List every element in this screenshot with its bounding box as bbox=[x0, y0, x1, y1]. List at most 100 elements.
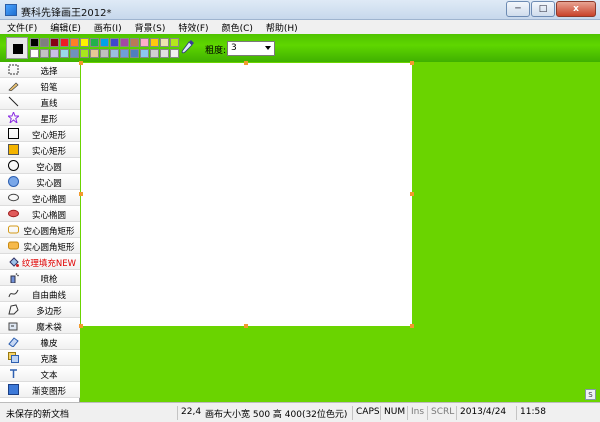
tool-pencil[interactable]: 铅笔 bbox=[0, 78, 80, 94]
palette-row-2-swatch-10[interactable] bbox=[130, 49, 139, 58]
maximize-button[interactable]: □ bbox=[531, 1, 555, 17]
tool-hollow-ellipse[interactable]: 空心椭圆 bbox=[0, 190, 80, 206]
tool-eraser[interactable]: 橡皮 bbox=[0, 334, 80, 350]
palette-row-2-swatch-14[interactable] bbox=[170, 49, 179, 58]
palette-row-2-swatch-9[interactable] bbox=[120, 49, 129, 58]
resize-handle-top-right[interactable] bbox=[410, 61, 414, 65]
palette-row-1-swatch-0[interactable] bbox=[30, 38, 39, 47]
tool-hollow-circle[interactable]: 空心圆 bbox=[0, 158, 80, 174]
palette-row-2-swatch-13[interactable] bbox=[160, 49, 169, 58]
tool-label: 实心圆 bbox=[36, 179, 62, 189]
tool-hollow-round-rect[interactable]: 空心圆角矩形 bbox=[0, 222, 80, 238]
tool-label: 喷枪 bbox=[40, 275, 58, 285]
palette-row-1-swatch-7[interactable] bbox=[100, 38, 109, 47]
resize-handle-top[interactable] bbox=[244, 61, 248, 65]
palette-row-2-swatch-8[interactable] bbox=[110, 49, 119, 58]
palette-row-1-swatch-1[interactable] bbox=[40, 38, 49, 47]
menu-bar: 文件(F) 编辑(E) 画布(I) 背景(S) 特效(F) 颜色(C) 帮助(H… bbox=[0, 20, 600, 34]
resize-handle-top-left[interactable] bbox=[79, 61, 83, 65]
tool-label: 星形 bbox=[40, 115, 58, 125]
menu-color[interactable]: 颜色(C) bbox=[215, 21, 259, 34]
tool-label: 纹理填充NEW bbox=[21, 259, 77, 269]
app-icon bbox=[5, 4, 17, 16]
palette-row-1 bbox=[30, 37, 180, 48]
tool-solid-round-rect[interactable]: 实心圆角矩形 bbox=[0, 238, 80, 254]
tool-magic-wand[interactable]: 魔术袋 bbox=[0, 318, 80, 334]
menu-file[interactable]: 文件(F) bbox=[0, 21, 43, 34]
status-canvas-size: 画布大小宽 500 高 400(32位色元) bbox=[205, 410, 348, 420]
palette-row-2-swatch-0[interactable] bbox=[30, 49, 39, 58]
palette-row-1-swatch-4[interactable] bbox=[70, 38, 79, 47]
width-select[interactable]: 3 bbox=[227, 41, 275, 56]
tool-polygon[interactable]: 多边形 bbox=[0, 302, 80, 318]
palette-row-2-swatch-3[interactable] bbox=[60, 49, 69, 58]
tool-gradient[interactable]: 渐变图形 bbox=[0, 382, 80, 398]
palette-row-1-swatch-2[interactable] bbox=[50, 38, 59, 47]
tool-line[interactable]: 直线 bbox=[0, 94, 80, 110]
canvas-area: S bbox=[79, 61, 600, 402]
tool-solid-ellipse[interactable]: 实心椭圆 bbox=[0, 206, 80, 222]
color-toolbar: 粗度: 3 bbox=[0, 34, 600, 62]
tool-hollow-rect[interactable]: 空心矩形 bbox=[0, 126, 80, 142]
palette-row-1-swatch-12[interactable] bbox=[150, 38, 159, 47]
tool-freeform[interactable]: 自由曲线 bbox=[0, 286, 80, 302]
palette-row-1-swatch-14[interactable] bbox=[170, 38, 179, 47]
close-button[interactable]: x bbox=[556, 1, 596, 17]
menu-background[interactable]: 背景(S) bbox=[128, 21, 172, 34]
tool-label: 渐变图形 bbox=[31, 387, 66, 397]
tool-solid-rect[interactable]: 实心矩形 bbox=[0, 142, 80, 158]
tool-texture-fill[interactable]: 纹理填充NEW bbox=[0, 254, 80, 270]
status-document: 未保存的新文档 bbox=[6, 410, 70, 420]
tool-star[interactable]: 星形 bbox=[0, 110, 80, 126]
tool-solid-circle[interactable]: 实心圆 bbox=[0, 174, 80, 190]
palette-row-1-swatch-8[interactable] bbox=[110, 38, 119, 47]
window-controls: ─ □ x bbox=[505, 1, 596, 17]
drawing-canvas[interactable] bbox=[81, 63, 412, 326]
resize-handle-left[interactable] bbox=[79, 192, 83, 196]
tool-label: 魔术袋 bbox=[36, 323, 62, 333]
tool-select[interactable]: 选择 bbox=[0, 62, 80, 78]
palette-row-1-swatch-13[interactable] bbox=[160, 38, 169, 47]
palette-row-1-swatch-3[interactable] bbox=[60, 38, 69, 47]
status-bar: 未保存的新文档 22,4 画布大小宽 500 高 400(32位色元) CAPS… bbox=[0, 402, 600, 422]
status-time: 11:58 bbox=[516, 406, 546, 420]
resize-handle-bottom[interactable] bbox=[244, 324, 248, 328]
status-caps: CAPS bbox=[352, 406, 380, 420]
palette-row-2-swatch-1[interactable] bbox=[40, 49, 49, 58]
resize-handle-bottom-right[interactable] bbox=[410, 324, 414, 328]
close-icon: x bbox=[573, 4, 579, 14]
palette-row-2-swatch-5[interactable] bbox=[80, 49, 89, 58]
menu-edit[interactable]: 编辑(E) bbox=[43, 21, 87, 34]
eyedropper-icon[interactable] bbox=[181, 39, 195, 55]
tool-clone[interactable]: 克隆 bbox=[0, 350, 80, 366]
palette-row-1-swatch-5[interactable] bbox=[80, 38, 89, 47]
current-color-selector[interactable] bbox=[6, 37, 28, 59]
tool-label: 多边形 bbox=[36, 307, 62, 317]
corner-button[interactable]: S bbox=[585, 389, 596, 400]
palette-row-1-swatch-9[interactable] bbox=[120, 38, 129, 47]
menu-effects[interactable]: 特效(F) bbox=[171, 21, 214, 34]
palette-row-1-swatch-6[interactable] bbox=[90, 38, 99, 47]
tool-text[interactable]: 文本 bbox=[0, 366, 80, 382]
palette-row-1-swatch-10[interactable] bbox=[130, 38, 139, 47]
tool-label: 空心矩形 bbox=[31, 131, 66, 141]
chevron-down-icon bbox=[265, 46, 271, 50]
resize-handle-bottom-left[interactable] bbox=[79, 324, 83, 328]
palette-row-2-swatch-4[interactable] bbox=[70, 49, 79, 58]
tool-spray[interactable]: 喷枪 bbox=[0, 270, 80, 286]
palette-row-2-swatch-6[interactable] bbox=[90, 49, 99, 58]
resize-handle-right[interactable] bbox=[410, 192, 414, 196]
status-num: NUM bbox=[380, 406, 405, 420]
palette-row-2-swatch-12[interactable] bbox=[150, 49, 159, 58]
tool-label: 自由曲线 bbox=[31, 291, 66, 301]
palette-row-1-swatch-11[interactable] bbox=[140, 38, 149, 47]
tool-label: 空心圆 bbox=[36, 163, 62, 173]
current-color-swatch bbox=[13, 44, 23, 54]
menu-help[interactable]: 帮助(H) bbox=[259, 21, 304, 34]
palette-row-2-swatch-11[interactable] bbox=[140, 49, 149, 58]
palette-row-2-swatch-2[interactable] bbox=[50, 49, 59, 58]
minimize-button[interactable]: ─ bbox=[506, 1, 530, 17]
palette-row-2-swatch-7[interactable] bbox=[100, 49, 109, 58]
menu-canvas[interactable]: 画布(I) bbox=[87, 21, 128, 34]
window-title: 赛科先锋画王2012* bbox=[21, 8, 112, 19]
